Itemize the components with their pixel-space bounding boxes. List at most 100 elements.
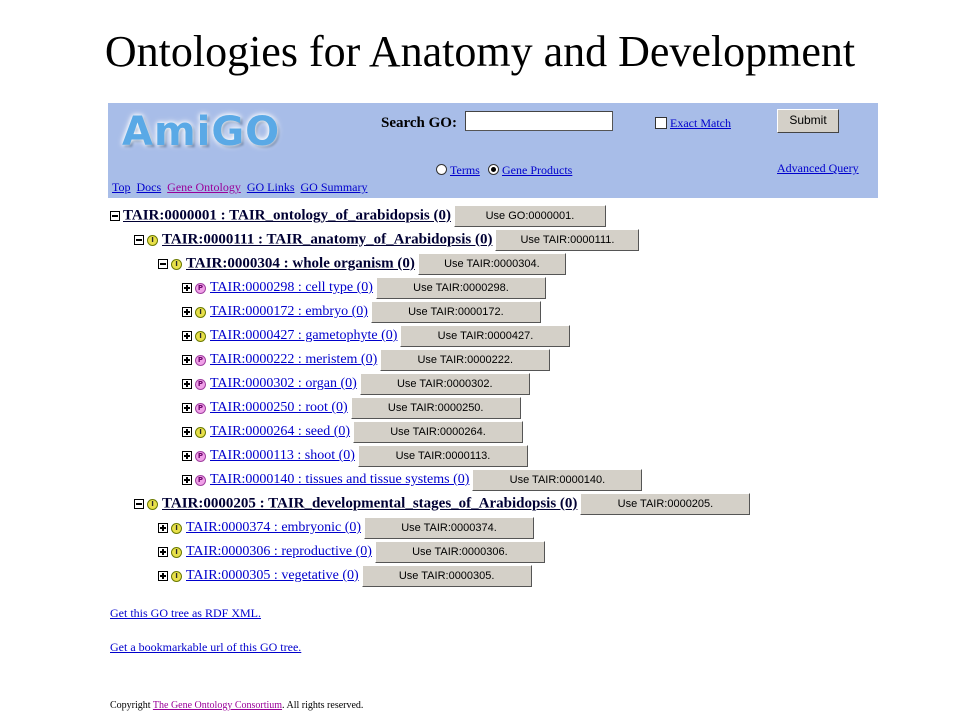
expand-toggle-icon[interactable] — [158, 547, 168, 557]
tree-row: I TAIR:0000427 : gametophyte (0) Use TAIR:… — [182, 325, 571, 347]
exact-match-label[interactable]: Exact Match — [670, 116, 731, 131]
tree-row: P TAIR:0000298 : cell type (0) Use TAIR:00… — [182, 277, 546, 299]
tree-row: I TAIR:0000374 : embryonic (0) Use TAIR:00… — [158, 517, 535, 539]
expand-toggle-icon[interactable] — [182, 403, 192, 413]
tree-row: P TAIR:0000222 : meristem (0) Use TAIR:000… — [182, 349, 551, 371]
part-of-relation-icon: P — [195, 354, 206, 366]
bookmark-url-link[interactable]: Get a bookmarkable url of this GO tree. — [110, 640, 301, 655]
is-a-relation-icon: I — [195, 426, 206, 438]
tree-row: I TAIR:0000205 : TAIR_developmental_stage… — [134, 493, 751, 515]
tree-row: I TAIR:0000306 : reproductive (0) Use TAIR… — [158, 541, 545, 563]
expand-toggle-icon[interactable] — [182, 451, 192, 461]
radio-terms-label[interactable]: Terms — [450, 163, 480, 178]
expand-toggle-icon[interactable] — [182, 475, 192, 485]
use-term-button[interactable]: Use TAIR:0000374. — [364, 517, 535, 539]
term-link[interactable]: TAIR:0000374 : embryonic (0) — [186, 520, 361, 535]
expand-toggle-icon[interactable] — [182, 427, 192, 437]
exact-match-checkbox[interactable] — [655, 117, 667, 129]
collapse-toggle-icon[interactable] — [134, 235, 144, 245]
slide-title: Ontologies for Anatomy and Development — [104, 27, 856, 76]
term-link[interactable]: TAIR:0000113 : shoot (0) — [210, 448, 355, 463]
is-a-relation-icon: I — [171, 570, 182, 582]
term-link[interactable]: TAIR:0000298 : cell type (0) — [210, 280, 373, 295]
radio-gene-products-label[interactable]: Gene Products — [502, 163, 572, 178]
tree-row: P TAIR:0000250 : root (0) Use TAIR:0000250… — [182, 397, 521, 419]
part-of-relation-icon: P — [195, 450, 206, 462]
copyright-suffix: . All rights reserved. — [282, 700, 364, 711]
radio-gene-products[interactable] — [488, 164, 499, 175]
tree-row: I TAIR:0000111 : TAIR_anatomy_of_Arabidop… — [134, 229, 640, 251]
expand-toggle-icon[interactable] — [182, 331, 192, 341]
tree-row: P TAIR:0000140 : tissues and tissue syste… — [182, 469, 643, 491]
is-a-relation-icon: I — [147, 234, 158, 246]
term-link[interactable]: TAIR:0000250 : root (0) — [210, 400, 348, 415]
use-term-button[interactable]: Use TAIR:0000306. — [374, 541, 545, 563]
nav-link-top[interactable]: Top — [112, 180, 131, 194]
tree-row: TAIR:0000001 : TAIR_ontology_of_arabidop… — [110, 205, 606, 227]
use-term-button[interactable]: Use TAIR:0000302. — [359, 373, 530, 395]
rdf-xml-link[interactable]: Get this GO tree as RDF XML. — [110, 606, 261, 621]
search-label: Search GO: — [381, 115, 457, 131]
expand-toggle-icon[interactable] — [158, 571, 168, 581]
collapse-toggle-icon[interactable] — [110, 211, 120, 221]
use-term-button[interactable]: Use TAIR:0000304. — [417, 253, 566, 275]
expand-toggle-icon[interactable] — [182, 307, 192, 317]
radio-terms[interactable] — [436, 164, 447, 175]
term-link[interactable]: TAIR:0000306 : reproductive (0) — [186, 544, 372, 559]
part-of-relation-icon: P — [195, 402, 206, 414]
term-link[interactable]: TAIR:0000264 : seed (0) — [210, 424, 350, 439]
copyright-notice: Copyright The Gene Ontology Consortium. … — [110, 700, 363, 711]
use-term-button[interactable]: Use TAIR:0000222. — [380, 349, 551, 371]
search-input[interactable] — [465, 111, 613, 131]
term-link[interactable]: TAIR:0000304 : whole organism (0) — [186, 256, 415, 272]
term-link[interactable]: TAIR:0000172 : embryo (0) — [210, 304, 368, 319]
term-link[interactable]: TAIR:0000001 : TAIR_ontology_of_arabidop… — [123, 208, 451, 224]
tree-row: I TAIR:0000304 : whole organism (0) Use TA… — [158, 253, 566, 275]
use-term-button[interactable]: Use TAIR:0000140. — [472, 469, 643, 491]
nav-link-gene-ontology[interactable]: Gene Ontology — [167, 180, 241, 194]
part-of-relation-icon: P — [195, 282, 206, 294]
nav-link-docs[interactable]: Docs — [137, 180, 162, 194]
is-a-relation-icon: I — [171, 522, 182, 534]
nav-links: Top Docs Gene Ontology GO Links GO Summa… — [112, 180, 371, 195]
use-term-button[interactable]: Use TAIR:0000250. — [350, 397, 521, 419]
is-a-relation-icon: I — [171, 546, 182, 558]
use-term-button[interactable]: Use TAIR:0000172. — [370, 301, 541, 323]
is-a-relation-icon: I — [171, 258, 182, 270]
tree-row: I TAIR:0000305 : vegetative (0) Use TAIR:0… — [158, 565, 532, 587]
is-a-relation-icon: I — [195, 306, 206, 318]
amigo-logo[interactable]: AmiGO — [122, 109, 280, 155]
term-link[interactable]: TAIR:0000205 : TAIR_developmental_stages… — [162, 496, 577, 512]
is-a-relation-icon: I — [195, 330, 206, 342]
use-term-button[interactable]: Use GO:0000001. — [453, 205, 606, 227]
is-a-relation-icon: I — [147, 498, 158, 510]
term-link[interactable]: TAIR:0000305 : vegetative (0) — [186, 568, 359, 583]
submit-button[interactable]: Submit — [777, 109, 839, 133]
term-link[interactable]: TAIR:0000427 : gametophyte (0) — [210, 328, 397, 343]
use-term-button[interactable]: Use TAIR:0000111. — [495, 229, 640, 251]
use-term-button[interactable]: Use TAIR:0000427. — [400, 325, 571, 347]
go-consortium-link[interactable]: The Gene Ontology Consortium — [153, 700, 282, 711]
expand-toggle-icon[interactable] — [158, 523, 168, 533]
use-term-button[interactable]: Use TAIR:0000264. — [353, 421, 524, 443]
expand-toggle-icon[interactable] — [182, 355, 192, 365]
use-term-button[interactable]: Use TAIR:0000113. — [357, 445, 528, 467]
part-of-relation-icon: P — [195, 474, 206, 486]
term-link[interactable]: TAIR:0000140 : tissues and tissue system… — [210, 472, 469, 487]
expand-toggle-icon[interactable] — [182, 379, 192, 389]
term-link[interactable]: TAIR:0000302 : organ (0) — [210, 376, 357, 391]
expand-toggle-icon[interactable] — [182, 283, 192, 293]
nav-link-go-summary[interactable]: GO Summary — [301, 180, 368, 194]
use-term-button[interactable]: Use TAIR:0000205. — [580, 493, 751, 515]
collapse-toggle-icon[interactable] — [134, 499, 144, 509]
use-term-button[interactable]: Use TAIR:0000298. — [375, 277, 546, 299]
term-link[interactable]: TAIR:0000222 : meristem (0) — [210, 352, 377, 367]
tree-row: P TAIR:0000113 : shoot (0) Use TAIR:000011… — [182, 445, 528, 467]
term-link[interactable]: TAIR:0000111 : TAIR_anatomy_of_Arabidops… — [162, 232, 492, 248]
copyright-prefix: Copyright — [110, 700, 151, 711]
part-of-relation-icon: P — [195, 378, 206, 390]
nav-link-go-links[interactable]: GO Links — [247, 180, 295, 194]
collapse-toggle-icon[interactable] — [158, 259, 168, 269]
use-term-button[interactable]: Use TAIR:0000305. — [361, 565, 532, 587]
advanced-query-link[interactable]: Advanced Query — [777, 161, 859, 176]
